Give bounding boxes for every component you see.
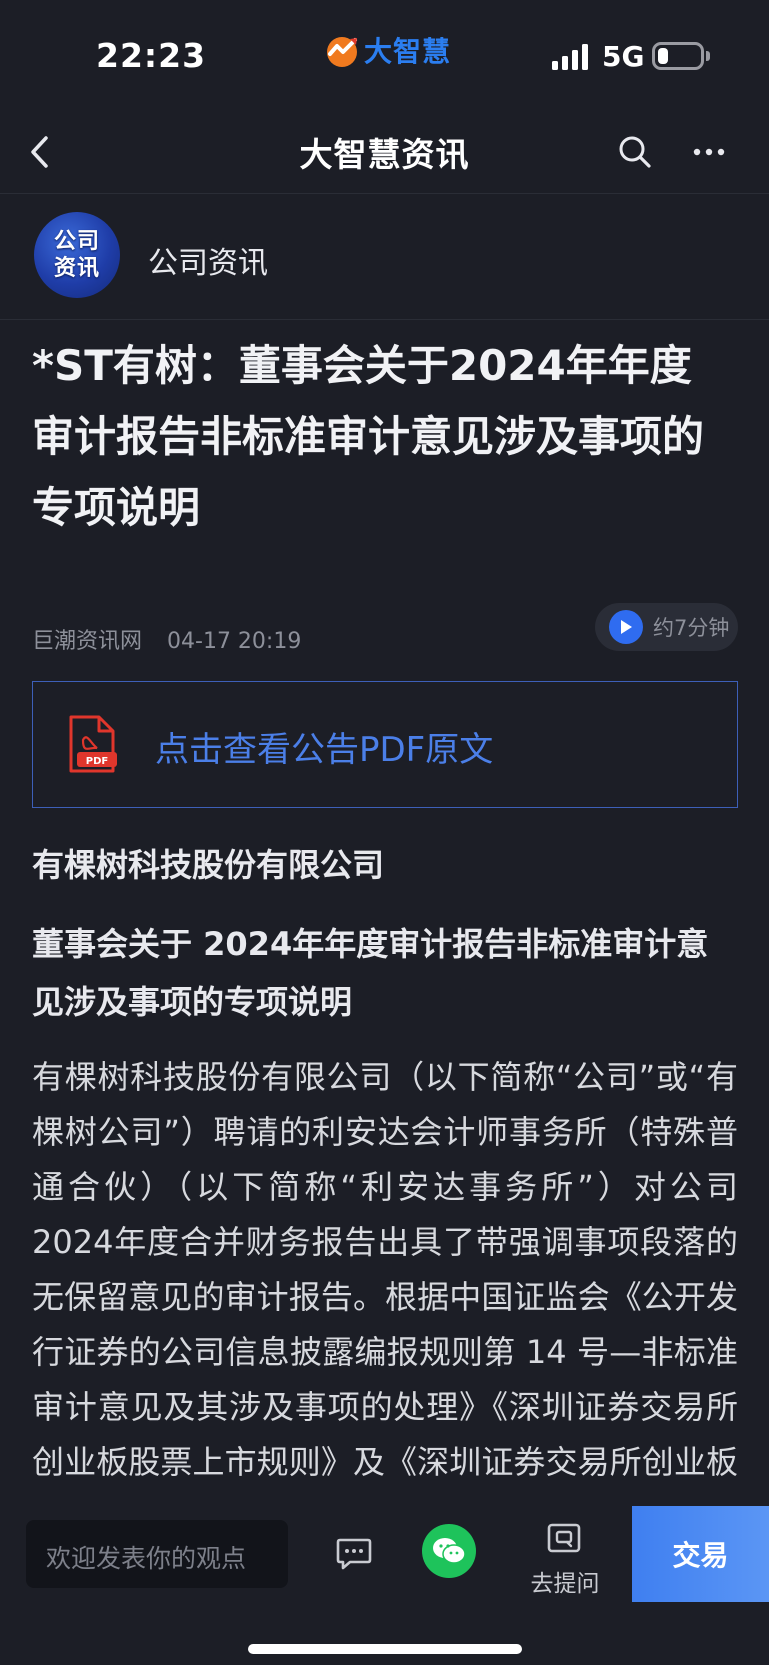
ask-icon bbox=[547, 1523, 581, 1553]
comment-placeholder: 欢迎发表你的观点 bbox=[46, 1544, 247, 1573]
brand-name: 大智慧 bbox=[364, 35, 452, 68]
article-source: 巨潮资讯网 bbox=[32, 629, 143, 654]
more-button[interactable] bbox=[684, 128, 734, 176]
play-icon bbox=[609, 610, 643, 644]
battery-icon bbox=[652, 42, 704, 70]
status-bar: 22:23 大智慧 5G bbox=[0, 0, 769, 110]
avatar-text-line1: 公司 bbox=[53, 229, 100, 254]
listen-audio-button[interactable]: 约7分钟 bbox=[595, 603, 738, 651]
network-type: 5G bbox=[602, 40, 645, 73]
bottom-action-bar: 欢迎发表你的观点 去提问 交易 bbox=[0, 1506, 769, 1665]
article-title: *ST有树：董事会关于2024年年度审计报告非标准审计意见涉及事项的专项说明 bbox=[32, 341, 705, 532]
comment-icon bbox=[336, 1538, 372, 1570]
channel-avatar[interactable]: 公司 资讯 bbox=[34, 212, 120, 298]
comments-button[interactable] bbox=[332, 1532, 376, 1576]
channel-name[interactable]: 公司资讯 bbox=[148, 238, 268, 282]
document-subheading: 董事会关于 2024年年度审计报告非标准审计意见涉及事项的专项说明 bbox=[32, 925, 709, 1021]
article-date: 04-17 20:19 bbox=[167, 629, 302, 654]
wechat-icon bbox=[433, 1538, 466, 1564]
pdf-link-card[interactable]: PDF 点击查看公告PDF原文 bbox=[32, 681, 738, 808]
battery-tip bbox=[706, 51, 710, 61]
brand-logo-icon bbox=[327, 37, 357, 67]
more-icon bbox=[693, 148, 725, 156]
company-heading: 有棵树科技股份有限公司 bbox=[32, 846, 385, 884]
wechat-share-button[interactable] bbox=[422, 1524, 476, 1578]
home-indicator[interactable] bbox=[248, 1644, 522, 1654]
nav-bar: 大智慧资讯 bbox=[0, 110, 769, 194]
trade-button[interactable]: 交易 bbox=[632, 1506, 769, 1602]
search-button[interactable] bbox=[612, 128, 658, 176]
article-meta: 巨潮资讯网 04-17 20:19 bbox=[32, 623, 301, 655]
comment-input[interactable]: 欢迎发表你的观点 bbox=[26, 1520, 288, 1588]
ask-label: 去提问 bbox=[530, 1571, 600, 1597]
article-body: 有棵树科技股份有限公司（以下简称“公司”或“有棵树公司”）聘请的利安达会计师事务… bbox=[32, 1050, 738, 1490]
pdf-link-text[interactable]: 点击查看公告PDF原文 bbox=[155, 722, 493, 771]
audio-duration: 约7分钟 bbox=[653, 616, 730, 640]
channel-header[interactable]: 公司 资讯 公司资讯 bbox=[0, 194, 769, 320]
search-icon bbox=[619, 136, 651, 168]
ask-question-button[interactable]: 去提问 bbox=[520, 1520, 610, 1600]
status-time: 22:23 bbox=[96, 36, 207, 75]
cellular-signal-icon bbox=[552, 44, 588, 70]
brand-logo: 大智慧 bbox=[322, 28, 451, 72]
trade-label: 交易 bbox=[672, 1539, 729, 1572]
article-body-text: 有棵树科技股份有限公司（以下简称“公司”或“有棵树公司”）聘请的利安达会计师事务… bbox=[32, 1058, 738, 1481]
avatar-text-line2: 资讯 bbox=[53, 256, 100, 281]
pdf-file-icon: PDF bbox=[69, 715, 117, 773]
svg-text:PDF: PDF bbox=[86, 756, 108, 767]
